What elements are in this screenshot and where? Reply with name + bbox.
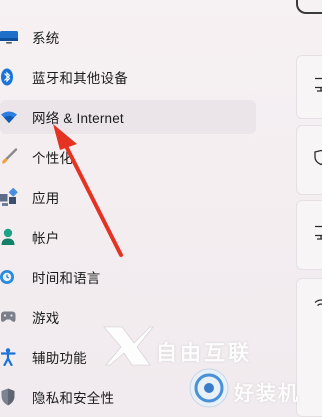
wifi-outline-icon [314, 298, 322, 317]
nav-item-accounts[interactable]: 帐户 [0, 220, 262, 254]
settings-nav: 系统 蓝牙和其他设备 网络 & Internet 个性化 应用 帐户 时间和语言… [0, 20, 262, 417]
nav-label-gaming: 游戏 [32, 311, 60, 326]
globe-clock-icon [0, 268, 18, 286]
nav-item-apps[interactable]: 应用 [0, 180, 262, 214]
monitor-icon [0, 28, 18, 46]
paintbrush-icon [0, 148, 18, 166]
monitor-outline-icon [314, 77, 322, 98]
nav-item-gaming[interactable]: 游戏 [0, 300, 262, 334]
accessibility-icon [0, 348, 18, 366]
wifi-icon [0, 108, 18, 126]
monitor-outline-icon [314, 225, 322, 246]
settings-card[interactable] [296, 55, 322, 119]
nav-label-system: 系统 [32, 31, 60, 46]
shield-icon [0, 388, 18, 406]
nav-label-apps: 应用 [32, 191, 60, 206]
shield-outline-icon [314, 149, 322, 171]
nav-label-accounts: 帐户 [32, 231, 60, 246]
content-panel-edge [296, 0, 322, 417]
nav-label-bluetooth: 蓝牙和其他设备 [32, 71, 128, 86]
account-icon [0, 228, 18, 246]
nav-label-time-language: 时间和语言 [32, 271, 101, 286]
bluetooth-icon [0, 68, 18, 86]
settings-card[interactable] [296, 200, 322, 270]
nav-label-accessibility: 辅助功能 [32, 351, 87, 366]
settings-card[interactable] [296, 278, 322, 417]
nav-item-personalization[interactable]: 个性化 [0, 140, 262, 174]
nav-item-bluetooth[interactable]: 蓝牙和其他设备 [0, 60, 262, 94]
nav-item-network[interactable]: 网络 & Internet [0, 100, 256, 134]
nav-item-privacy[interactable]: 隐私和安全性 [0, 380, 262, 414]
settings-card[interactable] [296, 125, 322, 195]
nav-item-accessibility[interactable]: 辅助功能 [0, 340, 262, 374]
apps-icon [0, 188, 18, 206]
panel-top-fragment [296, 0, 322, 14]
nav-label-personalization: 个性化 [32, 151, 74, 166]
nav-label-privacy: 隐私和安全性 [32, 391, 115, 406]
nav-item-system[interactable]: 系统 [0, 20, 262, 54]
nav-item-time-language[interactable]: 时间和语言 [0, 260, 262, 294]
nav-label-network: 网络 & Internet [32, 111, 124, 126]
gamepad-icon [0, 308, 18, 326]
